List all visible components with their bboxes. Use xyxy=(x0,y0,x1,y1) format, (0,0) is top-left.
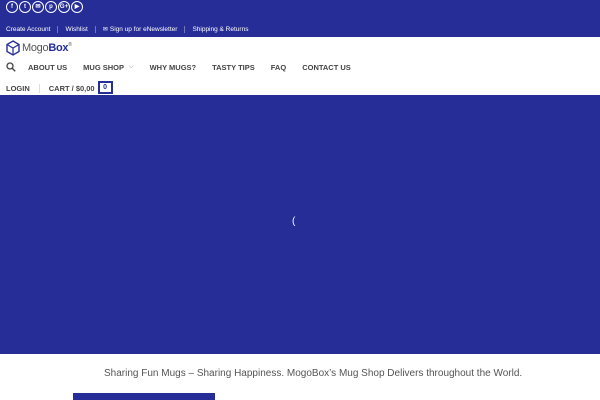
google-plus-icon[interactable]: G+ xyxy=(58,1,70,13)
create-account-link[interactable]: Create Account xyxy=(6,26,50,33)
search-icon[interactable] xyxy=(6,62,16,72)
cart-link[interactable]: CART / $0,00 xyxy=(49,84,95,93)
divider xyxy=(57,26,59,33)
divider xyxy=(94,26,96,33)
email-icon[interactable]: ✉ xyxy=(32,1,44,13)
top-bar: f t ✉ p G+ ▶ Create Account Wishlist ✉ S… xyxy=(0,0,600,37)
section-bar xyxy=(73,393,215,400)
nav-tasty-tips[interactable]: TASTY TIPS xyxy=(212,63,255,72)
social-icons: f t ✉ p G+ ▶ xyxy=(6,1,83,13)
newsletter-link[interactable]: Sign up for eNewsletter xyxy=(110,26,178,33)
pinterest-icon[interactable]: p xyxy=(45,1,57,13)
nav-about-us[interactable]: ABOUT US xyxy=(28,63,67,72)
twitter-icon[interactable]: t xyxy=(19,1,31,13)
nav-mug-shop-label: MUG SHOP xyxy=(83,62,125,72)
top-links: Create Account Wishlist ✉ Sign up for eN… xyxy=(6,26,248,33)
divider xyxy=(38,84,40,93)
loading-spinner: ( xyxy=(292,216,296,227)
account-row: LOGIN CART / $0,00 0 xyxy=(6,81,113,95)
divider xyxy=(184,26,186,33)
tagline: Sharing Fun Mugs – Sharing Happiness. Mo… xyxy=(104,368,523,379)
chevron-down-icon: ⌵ xyxy=(129,63,134,70)
nav-mug-shop[interactable]: MUG SHOP ⌵ xyxy=(83,63,133,72)
shipping-returns-link[interactable]: Shipping & Returns xyxy=(192,26,248,33)
nav-why-mugs[interactable]: WHY MUGS? xyxy=(150,63,197,72)
hero-banner: ( xyxy=(0,95,600,354)
site-header: MogoBox® ABOUT US MUG SHOP ⌵ WHY MUGS? TA… xyxy=(0,37,600,95)
facebook-icon[interactable]: f xyxy=(6,1,18,13)
nav-faq[interactable]: FAQ xyxy=(271,63,286,72)
cart-count-badge[interactable]: 0 xyxy=(97,81,113,94)
logo-text: MogoBox® xyxy=(22,42,72,54)
wishlist-link[interactable]: Wishlist xyxy=(65,26,87,33)
main-nav: ABOUT US MUG SHOP ⌵ WHY MUGS? TASTY TIPS … xyxy=(6,62,367,72)
logo[interactable]: MogoBox® xyxy=(6,40,72,56)
nav-contact-us[interactable]: CONTACT US xyxy=(302,63,351,72)
box-logo-icon xyxy=(6,40,20,56)
youtube-icon[interactable]: ▶ xyxy=(71,1,83,13)
envelope-icon: ✉ xyxy=(102,27,108,33)
login-link[interactable]: LOGIN xyxy=(6,84,30,93)
